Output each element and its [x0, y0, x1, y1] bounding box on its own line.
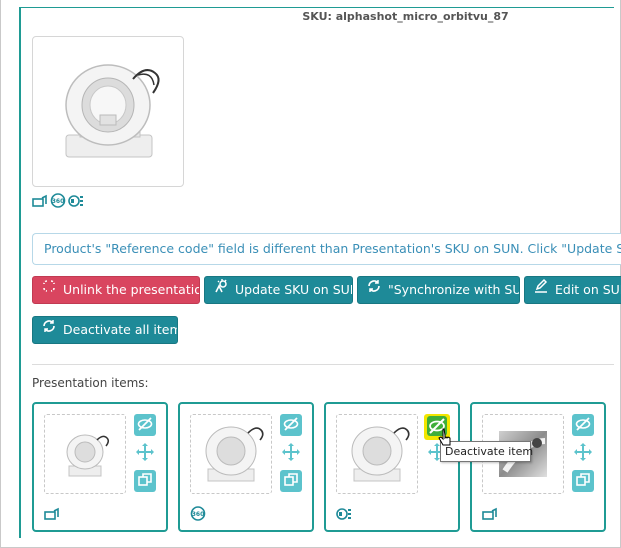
deactivate-item-button[interactable] — [280, 414, 302, 436]
presentation-items-label: Presentation items: — [32, 376, 149, 390]
sku-mismatch-notice: Product's "Reference code" field is diff… — [32, 233, 621, 265]
video-type-icon — [68, 194, 84, 208]
duplicate-item-button[interactable] — [134, 470, 156, 492]
section-divider — [32, 364, 614, 365]
eye-slash-icon — [575, 416, 591, 435]
deactivate-item-button[interactable] — [572, 414, 594, 436]
copy-icon — [575, 472, 591, 491]
move-item-button[interactable] — [280, 442, 302, 464]
deactivate-all-button[interactable]: Deactivate all items — [32, 316, 178, 344]
synchronize-label: "Synchronize with SUN — [388, 282, 520, 297]
video-type-icon — [336, 507, 352, 524]
device-illustration — [65, 63, 160, 157]
update-sku-label: Update SKU on SUN — [235, 282, 353, 297]
device-thumbnail-image — [205, 426, 264, 482]
duplicate-item-button[interactable] — [572, 470, 594, 492]
item-thumbnail[interactable] — [44, 414, 126, 494]
panel-accent-border — [19, 8, 21, 538]
item-thumbnail[interactable] — [336, 414, 418, 494]
deactivate-item-tooltip: Deactivate item — [440, 441, 533, 462]
synchronize-button[interactable]: "Synchronize with SUN — [357, 276, 520, 304]
device-thumbnail-image — [351, 426, 410, 482]
edit-on-sun-label: Edit on SUN — [555, 282, 621, 297]
sync-icon — [366, 277, 382, 303]
presentation-item-card[interactable] — [32, 402, 168, 532]
photo-type-icon — [32, 194, 48, 208]
eye-slash-icon — [283, 416, 299, 435]
deactivate-all-label: Deactivate all items — [63, 322, 178, 337]
photo-type-icon — [482, 507, 498, 524]
copy-icon — [283, 472, 299, 491]
deactivate-item-button[interactable] — [134, 414, 156, 436]
duplicate-item-button[interactable] — [280, 470, 302, 492]
move-arrows-icon — [573, 442, 593, 465]
sync-icon — [41, 317, 57, 343]
unlink-icon — [41, 277, 57, 303]
presentation-item-card[interactable] — [470, 402, 606, 532]
update-sku-icon — [213, 277, 229, 303]
mouse-cursor-icon — [438, 428, 452, 451]
edit-icon — [533, 277, 549, 303]
eye-slash-icon — [137, 416, 153, 435]
copy-icon — [137, 472, 153, 491]
sku-label: SKU: alphashot_micro_orbitvu_87 — [302, 10, 509, 23]
svg-text:360: 360 — [192, 511, 205, 518]
spin-360-icon: 360 — [50, 193, 66, 208]
main-product-image[interactable] — [32, 36, 184, 187]
spin-360-icon: 360 — [190, 506, 206, 524]
move-item-button[interactable] — [134, 442, 156, 464]
move-arrows-icon — [135, 442, 155, 465]
move-arrows-icon — [281, 442, 301, 465]
svg-text:360: 360 — [52, 198, 65, 205]
unlink-presentation-label: Unlink the presentation — [63, 282, 200, 297]
edit-on-sun-button[interactable]: Edit on SUN — [524, 276, 621, 304]
unlink-presentation-button[interactable]: Unlink the presentation — [32, 276, 200, 304]
main-type-icons: 360 — [32, 193, 84, 208]
device-thumbnail-image — [66, 434, 110, 477]
presentation-item-card[interactable] — [324, 402, 460, 532]
update-sku-button[interactable]: Update SKU on SUN — [204, 276, 353, 304]
panel-top-border — [19, 7, 614, 8]
move-item-button[interactable] — [572, 442, 594, 464]
presentation-item-card[interactable]: 360 — [178, 402, 314, 532]
item-thumbnail[interactable] — [190, 414, 272, 494]
photo-type-icon — [44, 507, 60, 524]
